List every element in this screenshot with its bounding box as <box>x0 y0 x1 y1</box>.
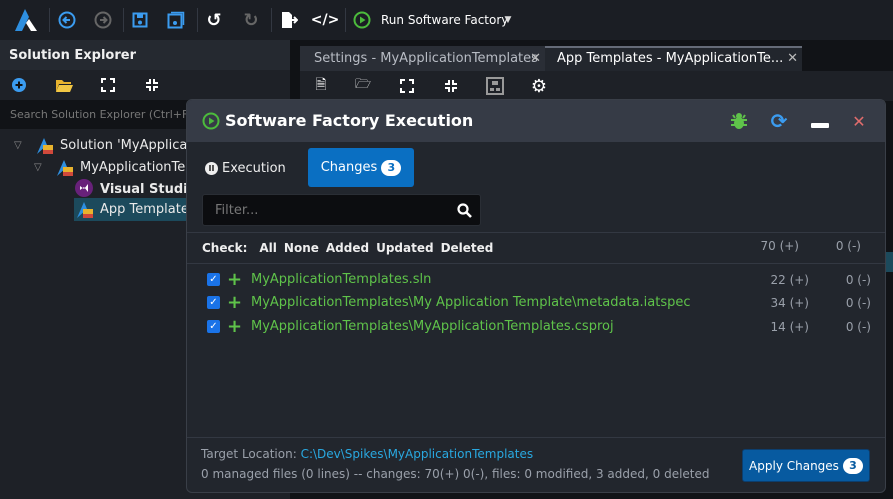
file-removed: 0 (-) <box>845 320 871 334</box>
tab-app-templates[interactable]: App Templates - MyApplicationTe... ✕ <box>545 46 802 71</box>
expand-arrow-icon[interactable]: ▽ <box>34 157 42 179</box>
check-filter-bar: Check: All None Added Updated Deleted <box>202 239 493 257</box>
close-icon[interactable]: ✕ <box>849 111 869 131</box>
total-added: 70 (+) <box>760 239 799 253</box>
tab-execution[interactable]: II Execution <box>205 149 286 187</box>
filter-placeholder: Filter... <box>215 203 259 218</box>
new-file-icon[interactable]: 🗎 <box>313 77 329 95</box>
tab-settings[interactable]: Settings - MyApplicationTemplates ✕ <box>300 46 545 71</box>
file-row[interactable]: ✓ + MyApplicationTemplates.sln 22 (+) 0 … <box>187 269 885 291</box>
check-all-link[interactable]: All <box>259 239 277 257</box>
file-row[interactable]: ✓ + MyApplicationTemplates\MyApplication… <box>187 316 885 338</box>
open-folder-icon[interactable] <box>55 77 73 93</box>
changes-count-badge: 3 <box>381 159 402 176</box>
run-software-factory-button[interactable]: Run Software Factory <box>381 13 508 27</box>
run-icon <box>201 111 221 131</box>
solution-explorer-title: Solution Explorer <box>0 40 290 70</box>
tab-label: Settings - MyApplicationTemplates <box>314 51 538 66</box>
target-location: Target Location: C:\Dev\Spikes\MyApplica… <box>201 447 533 461</box>
divider <box>187 263 885 264</box>
file-checkbox[interactable]: ✓ <box>207 320 220 333</box>
tree-item-app-templates[interactable]: App Templates <box>100 199 196 221</box>
divider <box>187 437 885 438</box>
file-path[interactable]: MyApplicationTemplates.sln <box>251 269 431 291</box>
search-icon[interactable] <box>456 202 472 218</box>
file-checkbox[interactable]: ✓ <box>207 296 220 309</box>
save-icon[interactable] <box>130 10 150 30</box>
back-icon[interactable] <box>57 10 77 30</box>
total-removed: 0 (-) <box>835 239 861 253</box>
add-icon[interactable] <box>11 77 27 93</box>
bug-icon[interactable] <box>729 111 749 131</box>
divider <box>187 232 885 233</box>
file-removed: 0 (-) <box>845 296 871 310</box>
added-plus-icon: + <box>227 292 243 313</box>
export-icon[interactable] <box>279 10 299 30</box>
code-icon[interactable]: </> <box>311 10 340 30</box>
expand-icon[interactable] <box>399 78 415 94</box>
filter-input[interactable]: Filter... <box>202 194 481 226</box>
file-path[interactable]: MyApplicationTemplates\MyApplicationTemp… <box>251 316 614 338</box>
open-folder-icon[interactable]: 🗁 <box>354 77 372 95</box>
check-none-link[interactable]: None <box>284 239 319 257</box>
editor-toolbar: 🗎 🗁 ⚙ <box>300 71 893 101</box>
check-updated-link[interactable]: Updated <box>376 239 434 257</box>
dialog-header: Software Factory Execution ⟳ ✕ <box>187 100 885 142</box>
file-row[interactable]: ✓ + MyApplicationTemplates\My Applicatio… <box>187 292 885 314</box>
software-factory-dialog: Software Factory Execution ⟳ ✕ II Execut… <box>186 99 886 493</box>
gear-icon[interactable]: ⚙ <box>529 76 549 97</box>
dialog-title: Software Factory Execution <box>225 111 474 130</box>
app-logo <box>12 7 40 33</box>
expand-arrow-icon[interactable]: ▽ <box>14 135 22 157</box>
undo-icon[interactable]: ↺ <box>204 10 224 31</box>
expand-icon[interactable] <box>100 77 116 93</box>
collapse-icon[interactable] <box>443 78 459 94</box>
file-added: 22 (+) <box>770 273 809 287</box>
collapse-icon[interactable] <box>144 77 160 93</box>
forward-icon[interactable] <box>93 10 113 30</box>
file-added: 14 (+) <box>770 320 809 334</box>
caret-down-icon[interactable]: ▼ <box>502 14 514 26</box>
minimize-icon[interactable] <box>811 123 829 128</box>
refresh-icon[interactable]: ⟳ <box>769 109 789 133</box>
check-label: Check: <box>202 241 248 255</box>
check-deleted-link[interactable]: Deleted <box>441 239 494 257</box>
project-icon <box>56 159 74 177</box>
diagram-icon[interactable] <box>485 76 505 96</box>
visual-studio-icon <box>75 179 93 197</box>
apply-label: Apply Changes <box>749 458 839 473</box>
check-added-link[interactable]: Added <box>326 239 369 257</box>
close-icon[interactable]: ✕ <box>530 46 541 71</box>
file-removed: 0 (-) <box>845 273 871 287</box>
tab-changes[interactable]: Changes 3 <box>308 148 414 187</box>
summary-text: 0 managed files (0 lines) -- changes: 70… <box>201 467 710 481</box>
apply-count-badge: 3 <box>842 457 863 474</box>
app-templates-icon <box>76 201 94 219</box>
target-label: Target Location: <box>201 447 297 461</box>
solution-icon <box>36 137 54 155</box>
tab-changes-label: Changes <box>320 160 378 175</box>
save-all-icon[interactable] <box>166 10 186 30</box>
tab-execution-label: Execution <box>222 160 286 176</box>
run-icon[interactable] <box>352 10 372 30</box>
pause-icon: II <box>205 161 218 175</box>
added-plus-icon: + <box>227 269 243 290</box>
file-added: 34 (+) <box>770 296 809 310</box>
top-toolbar: ↺ ↻ </> Run Software Factory ▼ <box>0 0 893 40</box>
tab-label: App Templates - MyApplicationTe... <box>557 51 784 66</box>
apply-changes-button[interactable]: Apply Changes 3 <box>742 449 870 482</box>
file-path[interactable]: MyApplicationTemplates\My Application Te… <box>251 292 691 314</box>
close-icon[interactable]: ✕ <box>787 48 798 70</box>
file-checkbox[interactable]: ✓ <box>207 273 220 286</box>
added-plus-icon: + <box>227 316 243 337</box>
target-path-link[interactable]: C:\Dev\Spikes\MyApplicationTemplates <box>301 447 534 461</box>
redo-icon[interactable]: ↻ <box>241 10 261 31</box>
background-highlight <box>885 252 893 272</box>
